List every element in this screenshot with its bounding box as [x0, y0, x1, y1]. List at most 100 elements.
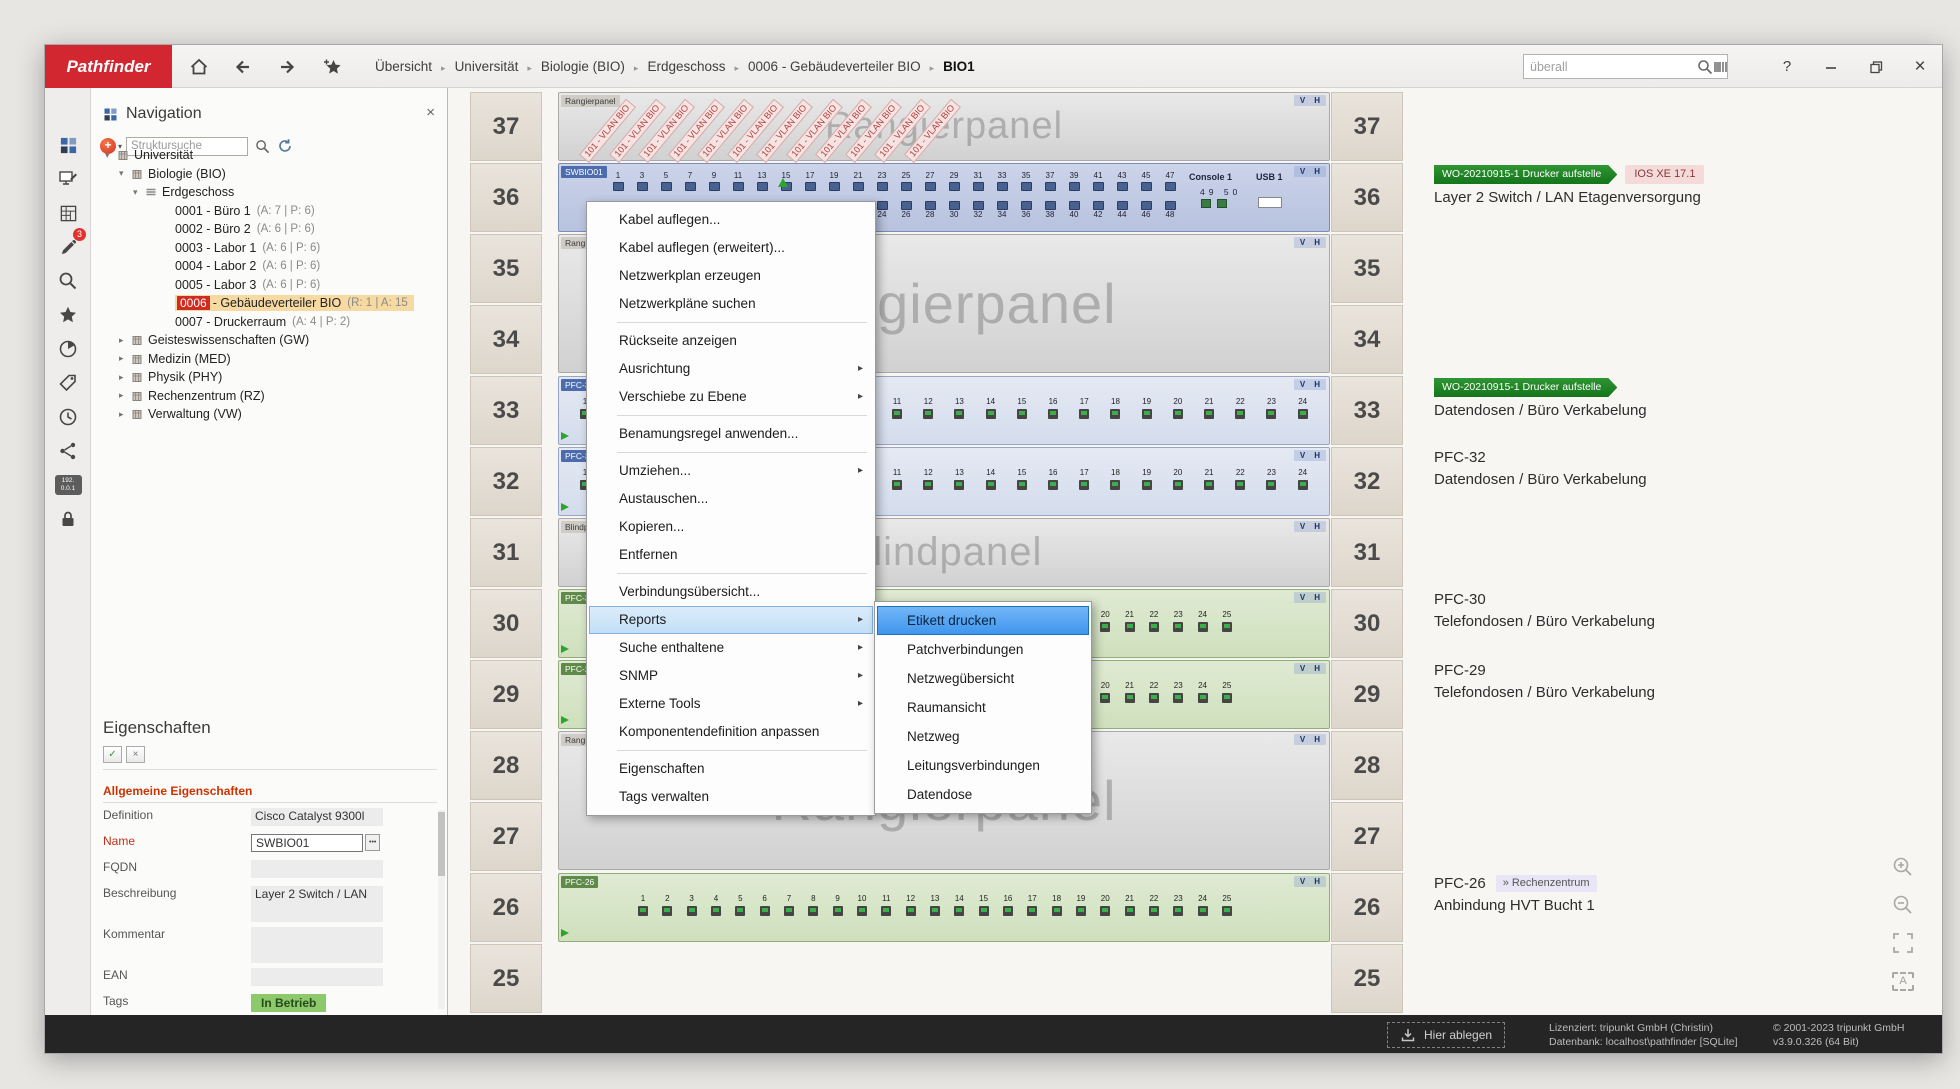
tree-org-item[interactable]: ▸ Medizin (MED) [91, 350, 447, 369]
patch-port[interactable]: 21 [1199, 468, 1219, 490]
tree-org-item[interactable]: ▸ Physik (PHY) [91, 368, 447, 387]
view-toggle[interactable]: VH [1294, 450, 1326, 461]
switch-port[interactable]: 23 [870, 171, 894, 191]
patch-port[interactable]: 24 [1193, 610, 1213, 632]
submenu-item[interactable]: Datendose [877, 780, 1089, 809]
global-search-input[interactable] [1524, 60, 1697, 74]
patch-port[interactable]: 16 [1043, 397, 1063, 419]
tree-room-item[interactable]: 0004 - Labor 2 (A: 6 | P: 6) [91, 257, 447, 276]
patch-port[interactable]: 5 [730, 894, 750, 916]
uplink-port-icon[interactable] [1201, 199, 1211, 208]
patch-port[interactable]: 23 [1168, 681, 1188, 703]
submenu-item[interactable]: Netzwegübersicht [877, 664, 1089, 693]
lock-button[interactable] [45, 505, 91, 533]
patch-port[interactable]: 11 [876, 894, 896, 916]
topology-button[interactable] [45, 437, 91, 465]
patch-port[interactable]: 20 [1095, 681, 1115, 703]
breadcrumb-item[interactable]: Erdgeschoss [625, 59, 726, 74]
rack-panel-pfc-26[interactable]: PFC-26 VH 1 2 3 4 5 [558, 873, 1330, 942]
patch-port[interactable]: 19 [1137, 468, 1157, 490]
switch-port[interactable]: 34 [990, 200, 1014, 220]
switch-port[interactable]: 27 [918, 171, 942, 191]
switch-port[interactable]: 21 [846, 171, 870, 191]
minimize-button[interactable] [1815, 45, 1847, 88]
context-menu-item[interactable]: Benamungsregel anwenden... [589, 420, 873, 448]
view-toggle[interactable]: VH [1294, 379, 1326, 390]
patch-port[interactable]: 24 [1193, 894, 1213, 916]
context-menu-item[interactable] [589, 448, 873, 457]
patch-port[interactable]: 20 [1168, 397, 1188, 419]
patch-port[interactable]: 9 [828, 894, 848, 916]
context-menu-item[interactable]: Komponentendefinition anpassen [589, 718, 873, 746]
context-menu-item[interactable]: Suche enthaltene ▸ [589, 634, 873, 662]
switch-port[interactable]: 9 [702, 171, 726, 191]
patch-port[interactable]: 4 [706, 894, 726, 916]
patch-port[interactable]: 6 [755, 894, 775, 916]
context-menu-item[interactable]: Verbindungsübersicht... [589, 578, 873, 606]
patch-port[interactable]: 22 [1144, 894, 1164, 916]
statistics-button[interactable] [45, 335, 91, 363]
switch-port[interactable]: 29 [942, 171, 966, 191]
tags-button[interactable] [45, 369, 91, 397]
patch-port[interactable]: 12 [918, 468, 938, 490]
switch-port[interactable]: 42 [1086, 200, 1110, 220]
patch-port[interactable]: 1 [633, 894, 653, 916]
workspace-button[interactable] [45, 165, 91, 193]
patch-port[interactable]: 16 [998, 894, 1018, 916]
patch-port[interactable]: 17 [1022, 894, 1042, 916]
patch-port[interactable]: 19 [1137, 397, 1157, 419]
drop-zone[interactable]: Hier ablegen [1387, 1022, 1505, 1048]
switch-port[interactable]: 13 [750, 171, 774, 191]
close-panel-icon[interactable]: × [426, 104, 435, 121]
property-value[interactable]: In Betrieb [251, 994, 326, 1012]
switch-port[interactable]: 25 [894, 171, 918, 191]
back-button[interactable] [225, 45, 261, 88]
expand-caret-icon[interactable]: ▾ [133, 187, 145, 198]
switch-port[interactable]: 37 [1038, 171, 1062, 191]
app-logo[interactable]: Pathfinder [45, 45, 172, 88]
property-value[interactable]: Cisco Catalyst 9300l [251, 808, 383, 826]
breadcrumb-item[interactable]: BIO1 [921, 59, 975, 74]
switch-port[interactable]: 17 [798, 171, 822, 191]
structure-view-button[interactable] [45, 131, 91, 159]
usb-port-icon[interactable] [1258, 197, 1282, 208]
tree-room-item[interactable]: 0002 - Büro 2 (A: 6 | P: 6) [91, 220, 447, 239]
switch-port[interactable]: 19 [822, 171, 846, 191]
context-menu-item[interactable] [589, 746, 873, 755]
edit-tasks-button[interactable]: 3 [45, 233, 91, 261]
patch-port[interactable]: 22 [1230, 468, 1250, 490]
view-toggle[interactable]: VH [1294, 237, 1326, 248]
switch-port[interactable]: 28 [918, 200, 942, 220]
context-menu-item[interactable]: Austauschen... [589, 485, 873, 513]
patch-port[interactable]: 15 [1012, 468, 1032, 490]
discard-button[interactable]: × [126, 746, 145, 763]
switch-port[interactable]: 1 [606, 171, 630, 191]
forward-button[interactable] [269, 45, 305, 88]
tree-org-item[interactable]: ▸ Geisteswissenschaften (GW) [91, 331, 447, 350]
uplink-port-icon[interactable] [1217, 199, 1227, 208]
patch-port[interactable]: 20 [1168, 468, 1188, 490]
history-button[interactable] [45, 403, 91, 431]
switch-port[interactable]: 31 [966, 171, 990, 191]
property-value[interactable] [251, 860, 383, 878]
switch-port[interactable]: 41 [1086, 171, 1110, 191]
breadcrumb-item[interactable]: 0006 - Gebäudeverteiler BIO [726, 59, 921, 74]
patch-port[interactable]: 20 [1095, 894, 1115, 916]
patch-port[interactable]: 15 [1012, 397, 1032, 419]
context-menu-item[interactable]: Eigenschaften [589, 755, 873, 783]
patch-port[interactable]: 18 [1105, 468, 1125, 490]
context-menu-item[interactable]: Rückseite anzeigen [589, 327, 873, 355]
property-value[interactable] [251, 968, 383, 986]
patch-port[interactable]: 21 [1120, 681, 1140, 703]
tree-room-item[interactable]: 0001 - Büro 1 (A: 7 | P: 6) [91, 202, 447, 221]
collapse-caret-icon[interactable]: ▸ [119, 353, 131, 364]
switch-port[interactable]: 48 [1158, 200, 1182, 220]
context-menu-item[interactable]: Entfernen [589, 541, 873, 569]
patch-port[interactable]: 12 [918, 397, 938, 419]
patch-port[interactable]: 22 [1230, 397, 1250, 419]
tree-room-item[interactable]: 0003 - Labor 1 (A: 6 | P: 6) [91, 239, 447, 258]
patch-port[interactable]: 23 [1168, 894, 1188, 916]
submenu-item[interactable]: Etikett drucken [877, 606, 1089, 635]
patch-port[interactable]: 13 [925, 894, 945, 916]
context-menu-item[interactable]: Reports ▸ [589, 606, 873, 634]
